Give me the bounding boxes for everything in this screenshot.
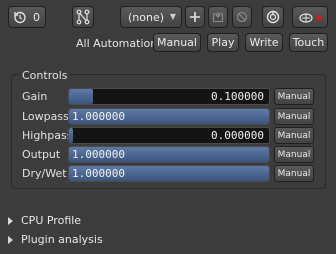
cpu-profile-expander[interactable]: CPU Profile — [8, 214, 81, 227]
save-icon — [212, 11, 224, 23]
routing-button[interactable] — [72, 6, 94, 28]
dry-wet-slider[interactable]: 1.000000 — [68, 165, 270, 182]
gain-mode-button[interactable]: Manual — [274, 88, 314, 105]
gain-slider[interactable]: 0.100000 — [68, 88, 270, 105]
param-label-dry-wet: Dry/Wet — [22, 167, 67, 180]
gain-value: 0.100000 — [211, 90, 264, 103]
highpass-slider[interactable]: 0.000000 — [68, 127, 270, 144]
automation-play-button[interactable]: Play — [207, 33, 239, 52]
bypass-icon — [266, 10, 280, 24]
pinout-button[interactable] — [292, 6, 328, 28]
highpass-mode-button[interactable]: Manual — [274, 127, 314, 144]
automation-label: All Automation — [76, 37, 158, 50]
preset-value: (none) — [128, 10, 165, 24]
cpu-profile-label: CPU Profile — [21, 214, 82, 227]
lowpass-mode-button[interactable]: Manual — [274, 108, 314, 125]
history-count: 0 — [33, 10, 40, 24]
delete-preset-button[interactable] — [232, 6, 252, 28]
controls-title: Controls — [20, 69, 70, 82]
output-value: 1.000000 — [72, 148, 125, 161]
delete-icon — [236, 11, 248, 23]
param-label-output: Output — [22, 148, 61, 161]
history-button[interactable]: 0 — [8, 6, 46, 28]
dry-wet-value: 1.000000 — [72, 167, 125, 180]
highpass-value: 0.000000 — [211, 129, 264, 142]
lowpass-value: 1.000000 — [72, 110, 125, 123]
plugin-window: 0 (none) ▼ All Automation Manual Play Wr… — [0, 0, 336, 254]
plugin-analysis-expander[interactable]: Plugin analysis — [8, 233, 103, 246]
automation-manual-button[interactable]: Manual — [153, 33, 201, 52]
history-icon — [13, 10, 27, 24]
plus-icon — [189, 11, 201, 23]
highpass-slider-fill — [69, 128, 73, 143]
bypass-button[interactable] — [262, 6, 284, 28]
output-mode-button[interactable]: Manual — [274, 146, 314, 163]
automation-touch-button[interactable]: Touch — [289, 33, 328, 52]
routing-icon — [76, 9, 90, 25]
chevron-down-icon: ▼ — [169, 12, 176, 21]
expand-triangle-icon — [8, 235, 13, 244]
lowpass-slider[interactable]: 1.000000 — [68, 108, 270, 125]
gain-slider-fill — [69, 89, 93, 104]
pinout-icon — [296, 10, 324, 24]
dry-wet-mode-button[interactable]: Manual — [274, 165, 314, 182]
plugin-analysis-label: Plugin analysis — [21, 233, 103, 246]
output-slider[interactable]: 1.000000 — [68, 146, 270, 163]
expand-triangle-icon — [8, 216, 13, 225]
automation-write-button[interactable]: Write — [245, 33, 283, 52]
save-preset-button[interactable] — [208, 6, 228, 28]
add-preset-button[interactable] — [185, 6, 205, 28]
param-label-lowpass: Lowpass — [22, 110, 69, 123]
preset-select[interactable]: (none) ▼ — [120, 6, 182, 28]
param-label-gain: Gain — [22, 90, 48, 103]
param-label-highpass: Highpass — [22, 129, 73, 142]
